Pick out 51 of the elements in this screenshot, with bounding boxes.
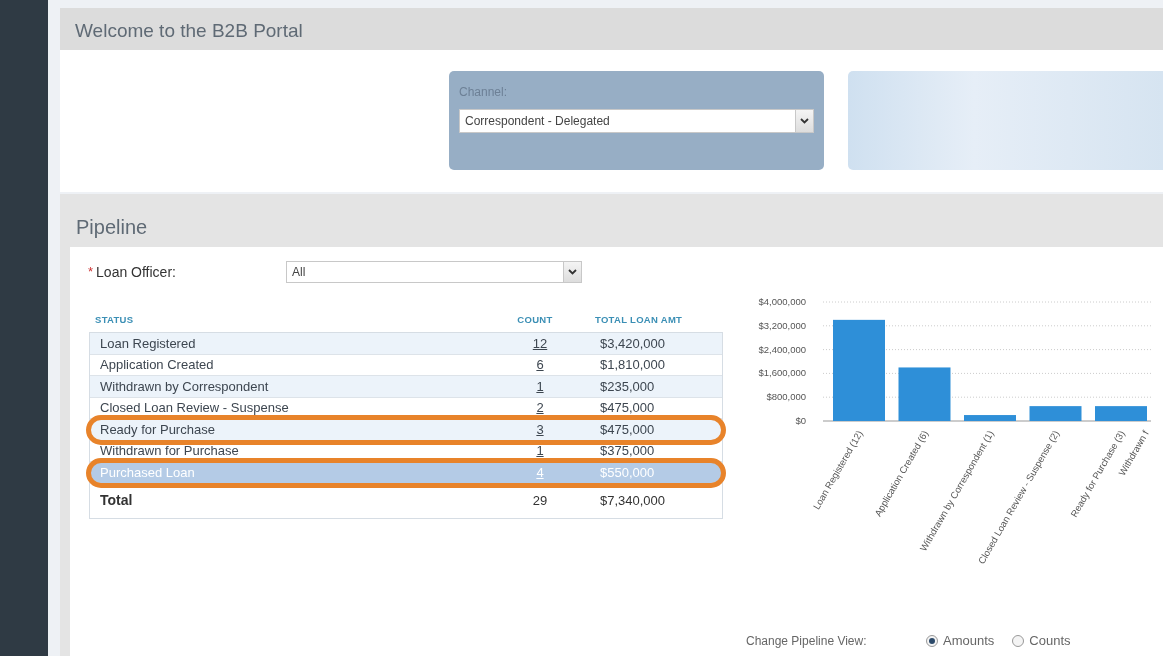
total-count: 29 bbox=[531, 492, 549, 510]
view-label: Change Pipeline View: bbox=[746, 632, 868, 650]
count-link[interactable]: 6 bbox=[510, 355, 570, 375]
radio-button[interactable] bbox=[1012, 634, 1025, 647]
amount-cell-text: $550,000 bbox=[599, 463, 655, 482]
status-cell-text: Purchased Loan bbox=[100, 463, 196, 482]
axis-tick-label: $4,000,000 bbox=[758, 296, 806, 307]
status-cell-text: Closed Loan Review - Suspense bbox=[100, 399, 290, 418]
axis-tick-label: $2,400,000 bbox=[758, 343, 806, 355]
bar bbox=[1029, 406, 1082, 421]
radio-button[interactable] bbox=[926, 634, 938, 647]
total-label: Total bbox=[100, 491, 134, 511]
column-header: COUNT bbox=[516, 313, 554, 327]
status-cell-text: Withdrawn by Correspondent bbox=[100, 377, 270, 396]
bar bbox=[1095, 406, 1147, 421]
amount-cell-text: $475,000 bbox=[599, 399, 655, 418]
amount-cell-text: $235,000 bbox=[599, 377, 655, 396]
amount-cell-text: $475,000 bbox=[599, 420, 655, 439]
column-header: STATUS bbox=[95, 313, 135, 327]
column-header: TOTAL LOAN AMT bbox=[594, 313, 683, 327]
status-cell-text: Application Created bbox=[100, 356, 215, 375]
total-amount: $7,340,000 bbox=[599, 492, 666, 510]
page-title: Welcome to the B2B Portal bbox=[75, 20, 303, 41]
chevron-down-icon bbox=[568, 269, 578, 275]
count-link[interactable]: 2 bbox=[510, 398, 570, 418]
loan-officer-dropdown[interactable]: All bbox=[286, 261, 583, 283]
count-link[interactable]: 3 bbox=[510, 419, 570, 440]
radio-label: Counts bbox=[1029, 632, 1071, 650]
status-cell-text: Withdrawn for Purchase bbox=[100, 442, 240, 461]
radio-label: Amounts bbox=[943, 632, 995, 650]
section-title: Pipeline bbox=[76, 216, 148, 238]
amount-cell-text: $1,810,000 bbox=[599, 356, 666, 375]
loan-officer-label: Loan Officer: bbox=[96, 262, 177, 282]
bar bbox=[898, 367, 951, 421]
status-cell-text: Loan Registered bbox=[100, 334, 197, 353]
axis-tick-label: $800,000 bbox=[766, 391, 806, 403]
table-row[interactable]: Withdrawn by Correspondent 1 $235,000 bbox=[90, 376, 722, 398]
required-mark: * bbox=[88, 263, 94, 282]
axis-tick-label: $0 bbox=[795, 415, 806, 426]
chevron-down-icon bbox=[800, 118, 809, 124]
count-link[interactable]: 1 bbox=[510, 376, 570, 397]
table-row[interactable]: Loan Registered 12 $3,420,000 bbox=[90, 333, 722, 355]
bar bbox=[964, 415, 1016, 421]
amount-cell-text: $3,420,000 bbox=[599, 334, 666, 353]
axis-tick-label: $1,600,000 bbox=[758, 367, 806, 379]
status-cell-text: Ready for Purchase bbox=[100, 420, 216, 439]
count-link[interactable]: 12 bbox=[510, 333, 570, 354]
channel-dropdown[interactable]: Correspondent - Delegated bbox=[459, 109, 814, 133]
count-link[interactable]: 1 bbox=[510, 441, 570, 461]
amount-cell-text: $375,000 bbox=[599, 442, 655, 461]
axis-tick-label: $3,200,000 bbox=[758, 319, 806, 331]
